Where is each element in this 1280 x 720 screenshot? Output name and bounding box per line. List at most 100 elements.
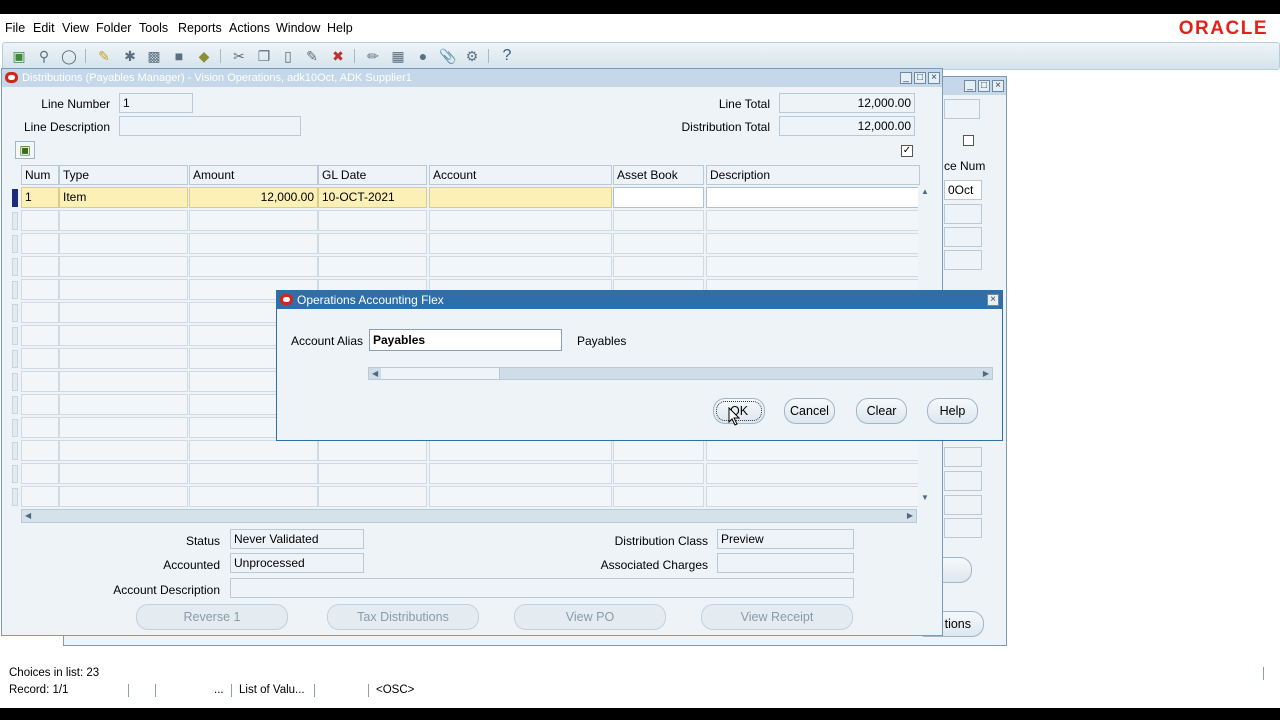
cut-icon[interactable]: ✂ xyxy=(230,47,248,65)
record-indicator-cell[interactable] xyxy=(12,419,18,437)
help-icon[interactable]: ? xyxy=(498,47,516,65)
table-cell[interactable] xyxy=(613,440,704,461)
scroll-up-icon[interactable]: ▲ xyxy=(921,187,929,196)
table-row[interactable] xyxy=(12,210,921,233)
table-cell[interactable] xyxy=(706,440,920,461)
table-cell[interactable] xyxy=(189,256,318,277)
table-cell[interactable] xyxy=(429,440,612,461)
cell-gl-date[interactable]: 10-OCT-2021 xyxy=(318,187,427,208)
table-row[interactable] xyxy=(12,486,921,509)
back-vertical-scrollbar[interactable] xyxy=(982,177,996,277)
table-cell[interactable] xyxy=(59,256,188,277)
table-cell[interactable] xyxy=(59,440,188,461)
close-icon[interactable]: × xyxy=(987,294,999,306)
back-cell[interactable] xyxy=(944,471,982,491)
print-icon[interactable]: ▩ xyxy=(145,47,163,65)
account-alias-input[interactable]: Payables xyxy=(369,329,562,351)
cell-type[interactable]: Item xyxy=(59,187,188,208)
record-indicator-cell[interactable] xyxy=(12,281,18,299)
table-cell[interactable] xyxy=(21,302,59,323)
menu-reports[interactable]: Reports xyxy=(178,21,222,35)
table-cell[interactable] xyxy=(429,463,612,484)
maximize-icon[interactable]: □ xyxy=(978,80,990,92)
table-cell[interactable] xyxy=(318,256,427,277)
navigator-icon[interactable]: ◯ xyxy=(60,47,78,65)
attachments-icon[interactable]: 📎 xyxy=(439,47,457,65)
record-indicator-cell[interactable] xyxy=(12,212,18,230)
table-cell[interactable] xyxy=(189,463,318,484)
table-cell[interactable] xyxy=(21,279,59,300)
back-cell[interactable] xyxy=(944,250,982,270)
clear-record-icon[interactable]: ✎ xyxy=(303,47,321,65)
table-cell[interactable] xyxy=(706,486,920,507)
table-cell[interactable] xyxy=(429,256,612,277)
table-cell[interactable] xyxy=(21,440,59,461)
view-po-button[interactable]: View PO xyxy=(514,604,666,630)
copy-icon[interactable]: ❐ xyxy=(255,47,273,65)
record-indicator-cell[interactable] xyxy=(12,235,18,253)
back-cell[interactable] xyxy=(944,447,982,467)
folder-tools-icon[interactable]: ⚙ xyxy=(463,47,481,65)
menu-tools[interactable]: Tools xyxy=(139,21,168,35)
close-form-icon[interactable]: ■ xyxy=(170,47,188,65)
paste-icon[interactable]: ▯ xyxy=(279,47,297,65)
table-cell[interactable] xyxy=(21,325,59,346)
table-row[interactable] xyxy=(12,463,921,486)
table-cell[interactable] xyxy=(21,256,59,277)
table-cell[interactable] xyxy=(21,394,59,415)
cancel-button[interactable]: Cancel xyxy=(784,398,835,424)
clear-button[interactable]: Clear xyxy=(856,398,907,424)
cell-asset-book[interactable] xyxy=(613,187,704,208)
table-cell[interactable] xyxy=(21,417,59,438)
folder-icon[interactable]: ▣ xyxy=(15,141,35,159)
table-cell[interactable] xyxy=(189,440,318,461)
folder-checkbox[interactable]: ✓ xyxy=(901,145,913,157)
table-cell[interactable] xyxy=(21,210,59,231)
next-step-icon[interactable]: ✱ xyxy=(121,47,139,65)
table-cell[interactable] xyxy=(429,486,612,507)
table-cell[interactable] xyxy=(59,463,188,484)
distribution-total-field[interactable]: 12,000.00 xyxy=(779,116,915,136)
menu-folder[interactable]: Folder xyxy=(96,21,131,35)
scroll-left-icon[interactable]: ◀ xyxy=(372,369,378,378)
zoom-icon[interactable]: ▦ xyxy=(389,47,407,65)
table-cell[interactable] xyxy=(21,233,59,254)
table-cell[interactable] xyxy=(59,233,188,254)
table-row[interactable]: 1 Item 12,000.00 10-OCT-2021 xyxy=(21,187,921,210)
table-cell[interactable] xyxy=(189,233,318,254)
save-icon[interactable]: ✎ xyxy=(95,47,113,65)
table-cell[interactable] xyxy=(21,371,59,392)
record-indicator-cell[interactable] xyxy=(12,396,18,414)
table-cell[interactable] xyxy=(59,371,188,392)
line-description-field[interactable] xyxy=(119,116,301,136)
account-description-field[interactable] xyxy=(230,578,854,598)
back-cell[interactable] xyxy=(944,204,982,224)
table-cell[interactable] xyxy=(706,210,920,231)
table-cell[interactable] xyxy=(59,302,188,323)
table-cell[interactable] xyxy=(59,325,188,346)
cell-num[interactable]: 1 xyxy=(21,187,59,208)
reverse-button[interactable]: Reverse 1 xyxy=(136,604,288,630)
cell-description[interactable] xyxy=(706,187,920,208)
table-row[interactable] xyxy=(12,233,921,256)
scroll-down-icon[interactable]: ▼ xyxy=(921,493,929,502)
record-indicator-cell[interactable] xyxy=(12,488,18,506)
table-cell[interactable] xyxy=(318,486,427,507)
table-cell[interactable] xyxy=(318,463,427,484)
table-cell[interactable] xyxy=(318,233,427,254)
back-cell[interactable] xyxy=(944,227,982,247)
distribution-class-field[interactable]: Preview xyxy=(717,529,854,549)
status-field[interactable]: Never Validated xyxy=(230,529,364,549)
table-cell[interactable] xyxy=(59,279,188,300)
table-cell[interactable] xyxy=(429,210,612,231)
table-cell[interactable] xyxy=(318,440,427,461)
line-total-field[interactable]: 12,000.00 xyxy=(779,93,915,113)
table-cell[interactable] xyxy=(613,463,704,484)
table-cell[interactable] xyxy=(21,463,59,484)
menu-actions[interactable]: Actions xyxy=(229,21,270,35)
edit-field-icon[interactable]: ✏ xyxy=(364,47,382,65)
table-cell[interactable] xyxy=(613,256,704,277)
menu-file[interactable]: File xyxy=(5,21,25,35)
table-cell[interactable] xyxy=(706,233,920,254)
table-row[interactable] xyxy=(12,440,921,463)
